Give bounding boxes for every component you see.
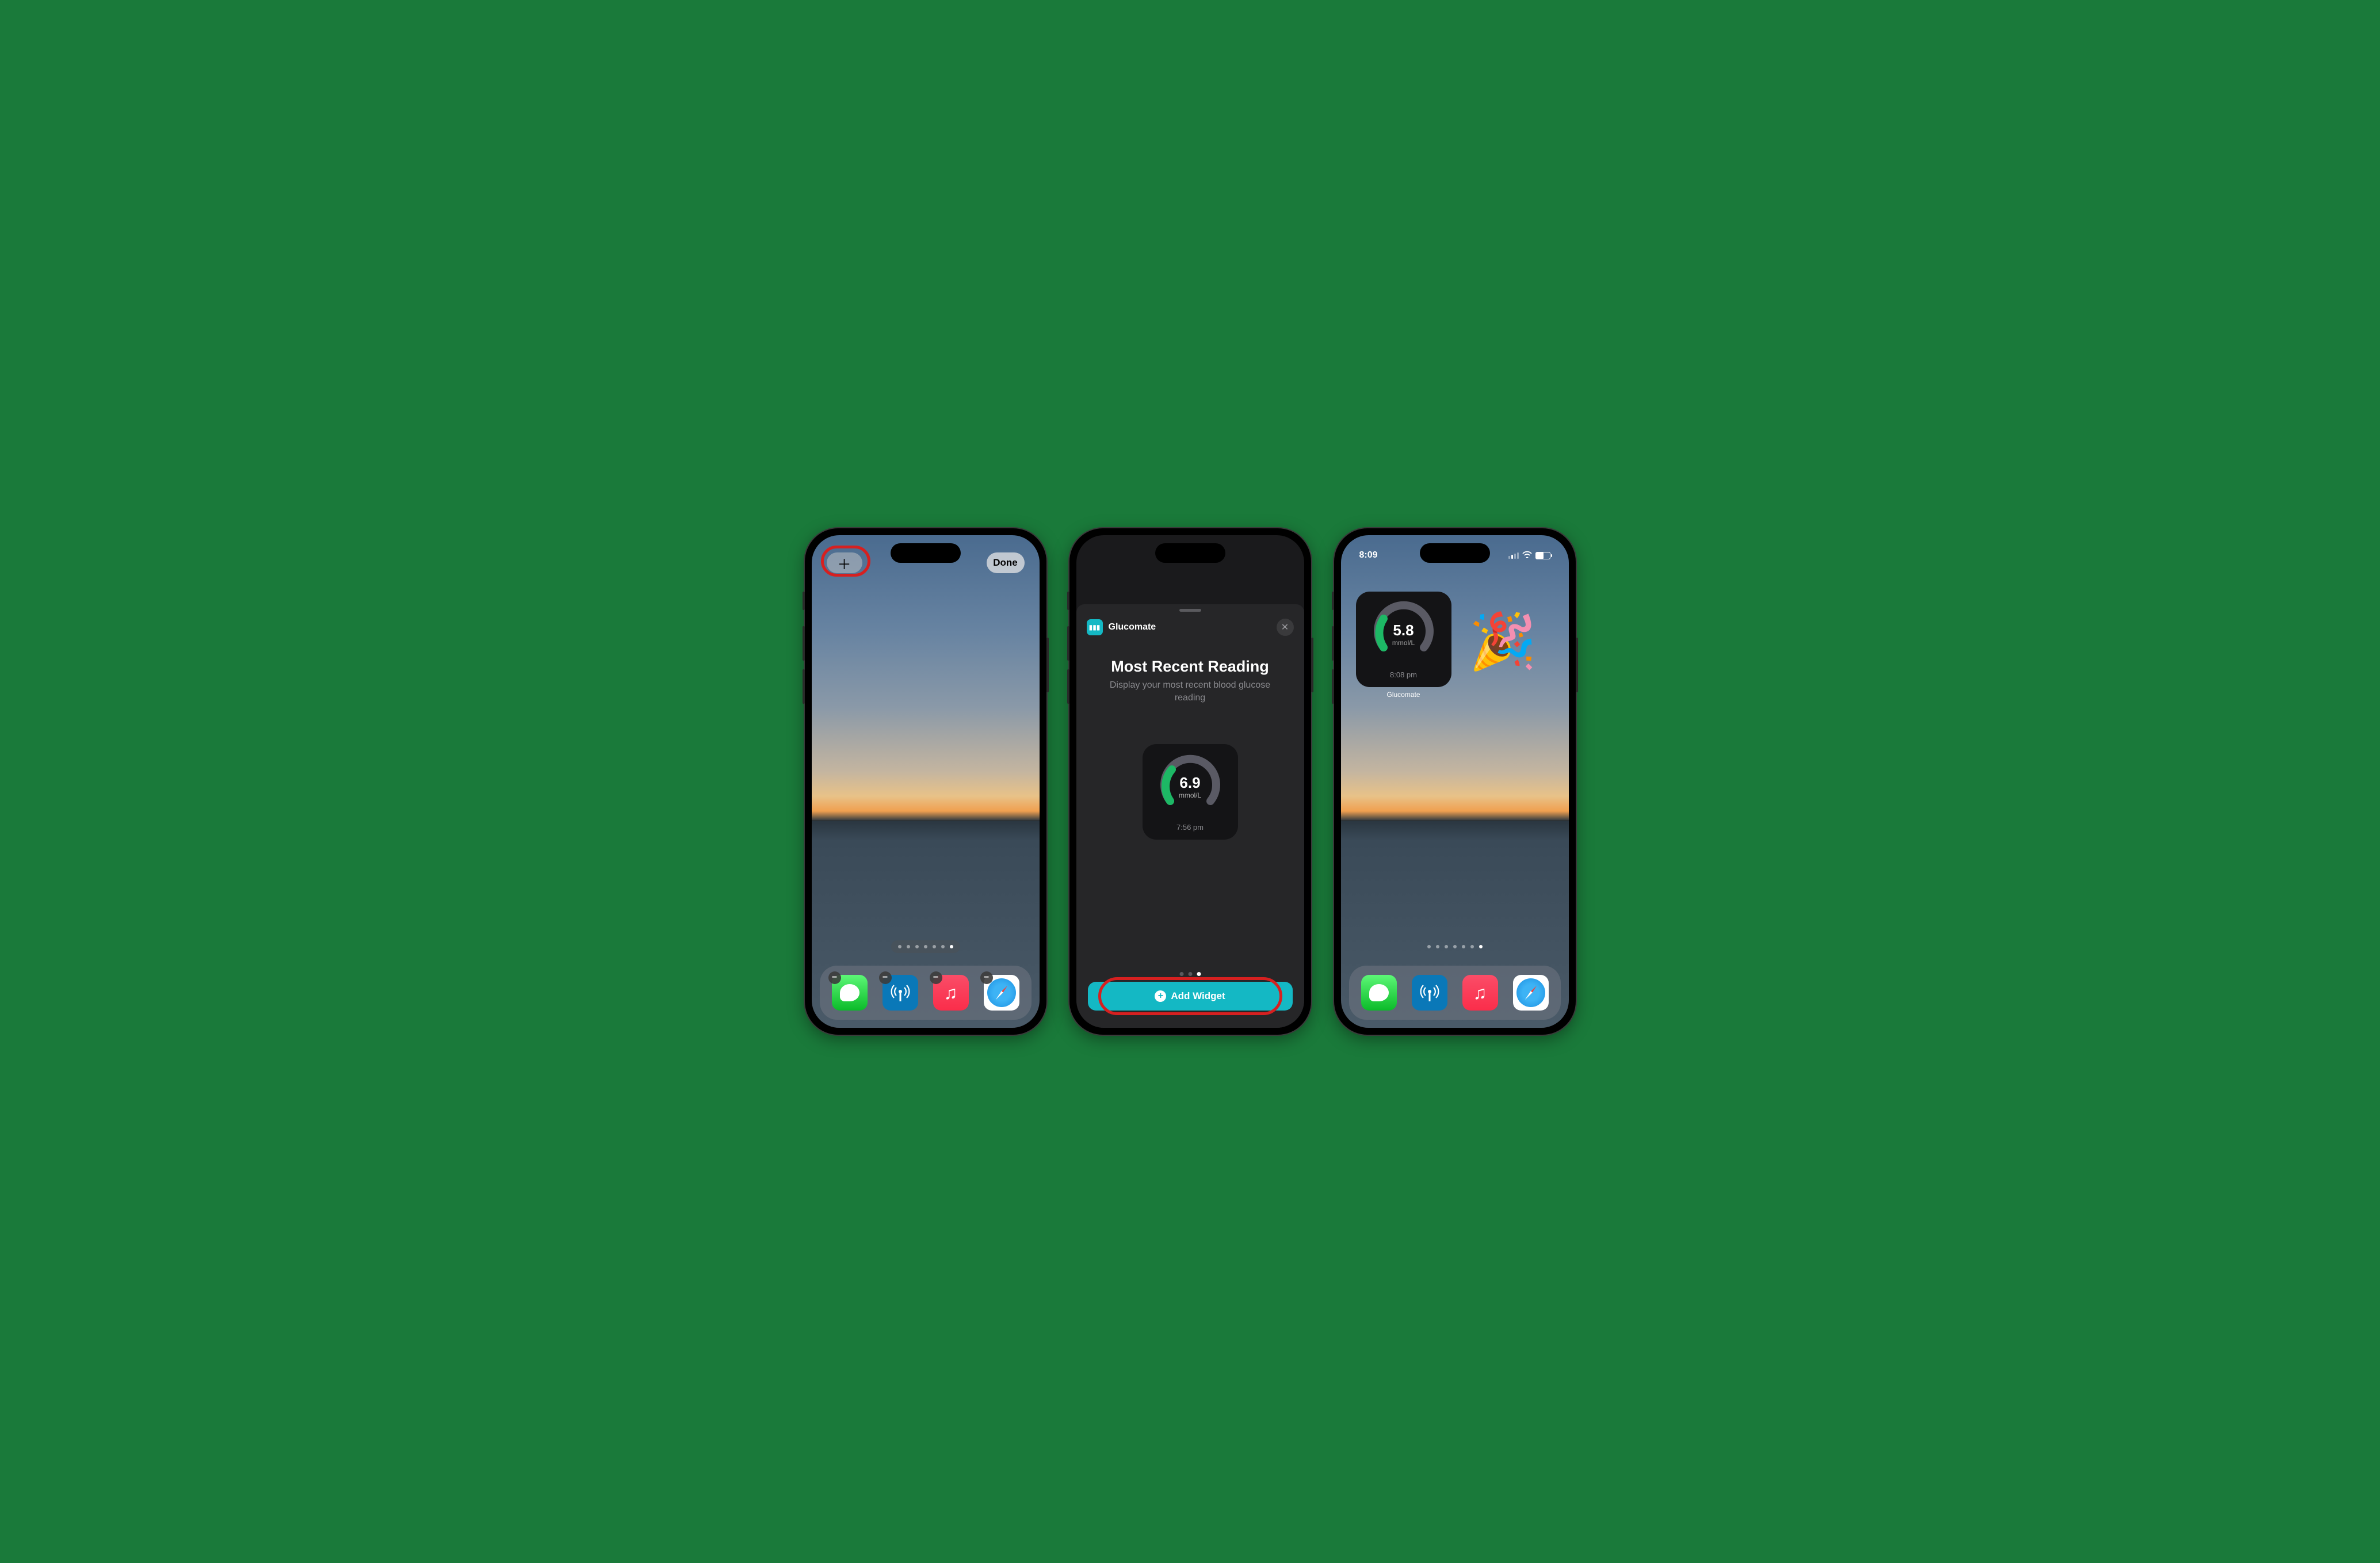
broadcast-icon (1418, 981, 1441, 1004)
page-indicator[interactable] (891, 940, 960, 953)
remove-icon[interactable]: − (879, 971, 892, 984)
widget-description: Display your most recent blood glucose r… (1099, 679, 1281, 704)
dynamic-island (891, 543, 961, 563)
screen-widget-gallery: ▮▮▮ Glucomate ✕ Most Recent Reading Disp… (1076, 535, 1304, 1028)
broadcasts-app-icon[interactable] (1412, 975, 1447, 1011)
wallpaper (812, 535, 1040, 1028)
annotation-circle-add (821, 546, 870, 577)
screen-home-with-widget: 8:09 5.8 mmol/L 8:08 pm Glucomate 🎉 (1341, 535, 1569, 1028)
reading-unit: mmol/L (1143, 791, 1238, 799)
dock: − − − − (820, 966, 1032, 1020)
close-icon: ✕ (1281, 622, 1289, 633)
remove-icon[interactable]: − (828, 971, 841, 984)
close-button[interactable]: ✕ (1277, 619, 1294, 636)
safari-app-icon[interactable] (1513, 975, 1549, 1011)
messages-app-icon[interactable]: − (832, 975, 868, 1011)
messages-app-icon[interactable] (1361, 975, 1397, 1011)
phone-frame-2: ▮▮▮ Glucomate ✕ Most Recent Reading Disp… (1069, 528, 1311, 1035)
safari-app-icon[interactable]: − (984, 975, 1019, 1011)
widget-gallery-sheet: ▮▮▮ Glucomate ✕ Most Recent Reading Disp… (1076, 604, 1304, 1028)
phone-frame-3: 8:09 5.8 mmol/L 8:08 pm Glucomate 🎉 (1334, 528, 1576, 1035)
broadcast-icon (889, 981, 912, 1004)
cellular-signal-icon (1508, 552, 1519, 559)
widget-title: Most Recent Reading (1076, 658, 1304, 676)
dynamic-island (1420, 543, 1490, 563)
remove-icon[interactable]: − (930, 971, 942, 984)
phone-frame-1: ＋ Done − − − − (805, 528, 1046, 1035)
reading-time: 7:56 pm (1176, 823, 1204, 832)
gallery-page-indicator[interactable] (1179, 972, 1201, 976)
music-app-icon[interactable] (1462, 975, 1498, 1011)
glucomate-app-icon: ▮▮▮ (1087, 619, 1103, 635)
battery-icon (1535, 552, 1550, 559)
sheet-grabber[interactable] (1179, 609, 1201, 612)
annotation-circle-add-widget (1098, 977, 1282, 1015)
party-popper-emoji: 🎉 (1469, 610, 1537, 674)
reading-value: 6.9 (1143, 774, 1238, 792)
glucomate-widget[interactable]: 5.8 mmol/L 8:08 pm (1356, 592, 1451, 687)
dynamic-island (1155, 543, 1225, 563)
reading-value: 5.8 (1356, 622, 1451, 639)
widget-app-label: Glucomate (1356, 691, 1451, 699)
music-app-icon[interactable]: − (933, 975, 969, 1011)
reading-time: 8:08 pm (1390, 670, 1417, 679)
done-button[interactable]: Done (987, 552, 1025, 573)
screen-jiggle-mode: ＋ Done − − − − (812, 535, 1040, 1028)
gallery-app-name: Glucomate (1109, 622, 1271, 632)
reading-unit: mmol/L (1356, 639, 1451, 647)
broadcasts-app-icon[interactable]: − (883, 975, 918, 1011)
wifi-icon (1522, 551, 1532, 560)
dock (1349, 966, 1561, 1020)
status-time: 8:09 (1359, 550, 1378, 561)
page-indicator[interactable] (1420, 940, 1489, 953)
widget-preview[interactable]: 6.9 mmol/L 7:56 pm (1143, 744, 1238, 840)
